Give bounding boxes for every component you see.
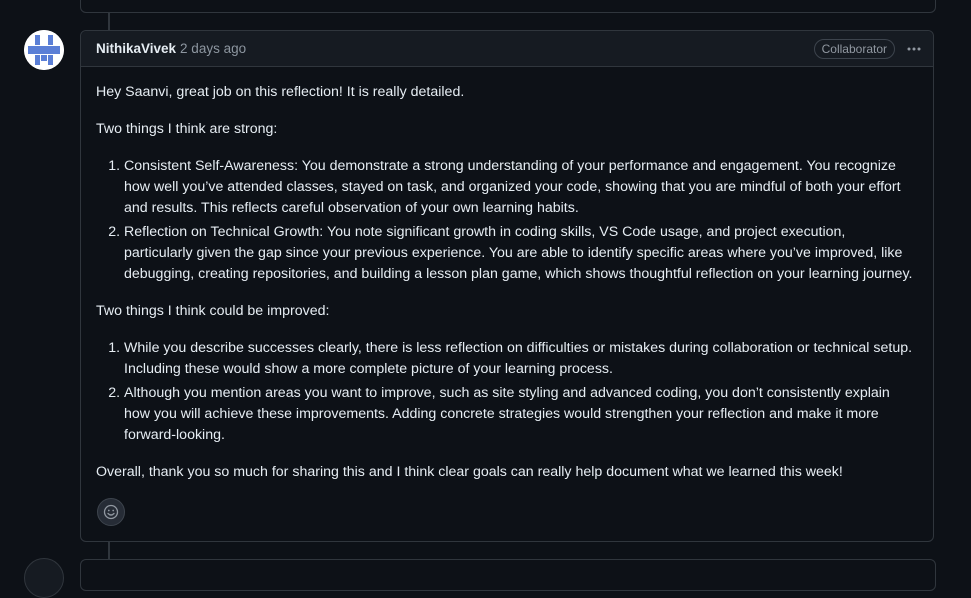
add-reaction-button[interactable] xyxy=(97,498,125,526)
collaborator-badge: Collaborator xyxy=(813,38,895,59)
next-comment-avatar[interactable] xyxy=(24,558,64,598)
strengths-heading: Two things I think are strong: xyxy=(96,121,278,137)
next-comment-box xyxy=(80,559,936,591)
strength-item: Reflection on Technical Growth: You note… xyxy=(124,222,917,285)
comment-greeting: Hey Saanvi, great job on this reflection… xyxy=(96,84,465,100)
improvement-item: Although you mention areas you want to i… xyxy=(124,383,917,446)
comment-author-link[interactable]: NithikaVivek xyxy=(96,41,176,56)
improvements-list: While you describe successes clearly, th… xyxy=(96,338,917,446)
comment-header: NithikaVivek 2 days ago Collaborator xyxy=(81,31,933,67)
identicon-avatar-icon xyxy=(24,30,64,70)
smiley-icon xyxy=(103,504,119,520)
comment-closing: Overall, thank you so much for sharing t… xyxy=(96,464,843,480)
strength-item: Consistent Self-Awareness: You demonstra… xyxy=(124,156,917,219)
comment-card: NithikaVivek 2 days ago Collaborator Hey… xyxy=(80,30,934,542)
previous-comment-box xyxy=(80,0,936,13)
comment-body: Hey Saanvi, great job on this reflection… xyxy=(81,67,933,483)
improvement-item: While you describe successes clearly, th… xyxy=(124,338,917,380)
kebab-horizontal-icon[interactable] xyxy=(903,39,925,59)
strengths-list: Consistent Self-Awareness: You demonstra… xyxy=(96,156,917,285)
comment-timestamp-link[interactable]: 2 days ago xyxy=(180,41,246,56)
author-avatar[interactable] xyxy=(24,30,64,70)
improvements-heading: Two things I think could be improved: xyxy=(96,303,330,319)
